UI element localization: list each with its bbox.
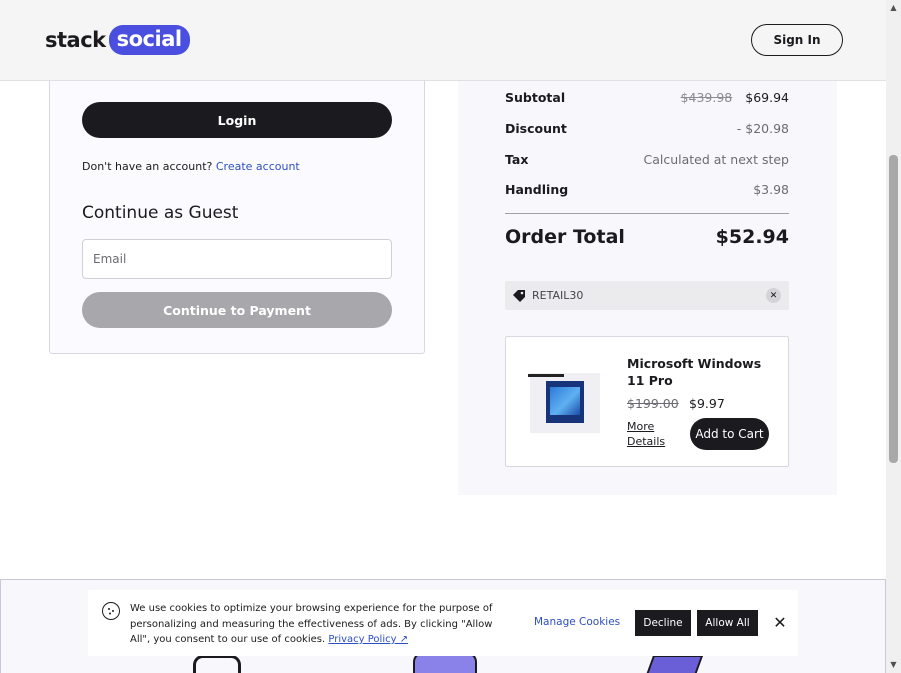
order-total-row: Order Total $52.94 xyxy=(505,226,789,248)
handling-row: Handling $3.98 xyxy=(505,179,789,199)
tax-label: Tax xyxy=(505,151,529,167)
subtotal-value: $69.94 xyxy=(745,89,789,105)
product-name: Microsoft Windows 11 Pro xyxy=(627,356,762,388)
add-to-cart-button[interactable]: Add to Cart xyxy=(690,418,769,450)
page-scrollbar[interactable]: ▲ ▼ xyxy=(886,0,901,673)
discount-value: - $20.98 xyxy=(736,120,789,136)
site-header: stack social Sign In xyxy=(0,0,886,81)
cookie-banner: We use cookies to optimize your browsing… xyxy=(88,590,798,656)
handling-value: $3.98 xyxy=(753,181,789,197)
privacy-policy-link[interactable]: Privacy Policy ↗ xyxy=(328,634,408,645)
applied-coupon: RETAIL30 ✕ xyxy=(505,281,789,310)
guest-heading: Continue as Guest xyxy=(82,203,239,223)
sign-in-button[interactable]: Sign In xyxy=(751,24,843,56)
no-account-line: Don't have an account? Create account xyxy=(82,160,300,173)
logo-social-text: social xyxy=(108,25,190,55)
tax-value: Calculated at next step xyxy=(643,151,789,167)
remove-coupon-icon[interactable]: ✕ xyxy=(766,288,781,303)
product-price: $9.97 xyxy=(689,396,725,411)
no-account-text: Don't have an account? xyxy=(82,160,213,173)
discount-label: Discount xyxy=(505,120,567,136)
subtotal-label: Subtotal xyxy=(505,89,566,105)
order-total-value: $52.94 xyxy=(715,226,789,248)
coupon-code: RETAIL30 xyxy=(532,289,584,302)
logo-stack-text: stack xyxy=(45,28,106,52)
decline-button[interactable]: Decline xyxy=(635,610,691,636)
cookie-message: We use cookies to optimize your browsing… xyxy=(130,601,515,648)
login-button[interactable]: Login xyxy=(82,102,392,138)
close-icon[interactable]: ✕ xyxy=(770,612,790,632)
footer-illustration-right xyxy=(646,655,704,673)
cookie-text: We use cookies to optimize your browsing… xyxy=(130,603,493,645)
more-details-link[interactable]: More Details xyxy=(627,419,677,449)
upsell-card: Microsoft Windows 11 Pro $199.00 $9.97 M… xyxy=(505,336,789,467)
order-total-label: Order Total xyxy=(505,226,625,248)
handling-label: Handling xyxy=(505,181,569,197)
product-box-label xyxy=(528,374,564,377)
create-account-link[interactable]: Create account xyxy=(216,160,300,173)
tag-icon xyxy=(513,289,525,302)
windows-box-icon xyxy=(546,381,584,423)
stacksocial-logo[interactable]: stack social xyxy=(45,25,190,55)
cookie-icon xyxy=(102,602,120,620)
continue-to-payment-button[interactable]: Continue to Payment xyxy=(82,292,392,328)
tax-row: Tax Calculated at next step xyxy=(505,149,789,169)
allow-all-button[interactable]: Allow All xyxy=(697,610,758,636)
footer-illustration-left xyxy=(193,655,241,673)
subtotal-old-value: $439.98 xyxy=(680,89,733,105)
email-field[interactable] xyxy=(82,239,392,279)
product-old-price: $199.00 xyxy=(627,396,679,411)
checkout-page: Checkout with Account Login Don't have a… xyxy=(0,0,901,673)
subtotal-row: Subtotal $439.98 $69.94 xyxy=(505,87,789,107)
manage-cookies-link[interactable]: Manage Cookies xyxy=(534,616,620,628)
scroll-down-icon[interactable]: ▼ xyxy=(886,659,901,671)
discount-row: Discount - $20.98 xyxy=(505,118,789,138)
subtotal-value-group: $439.98 $69.94 xyxy=(681,90,789,105)
scroll-thumb[interactable] xyxy=(889,155,898,463)
scroll-up-icon[interactable]: ▲ xyxy=(886,2,901,14)
summary-divider xyxy=(505,213,789,214)
cookie-dots-icon xyxy=(108,608,114,615)
